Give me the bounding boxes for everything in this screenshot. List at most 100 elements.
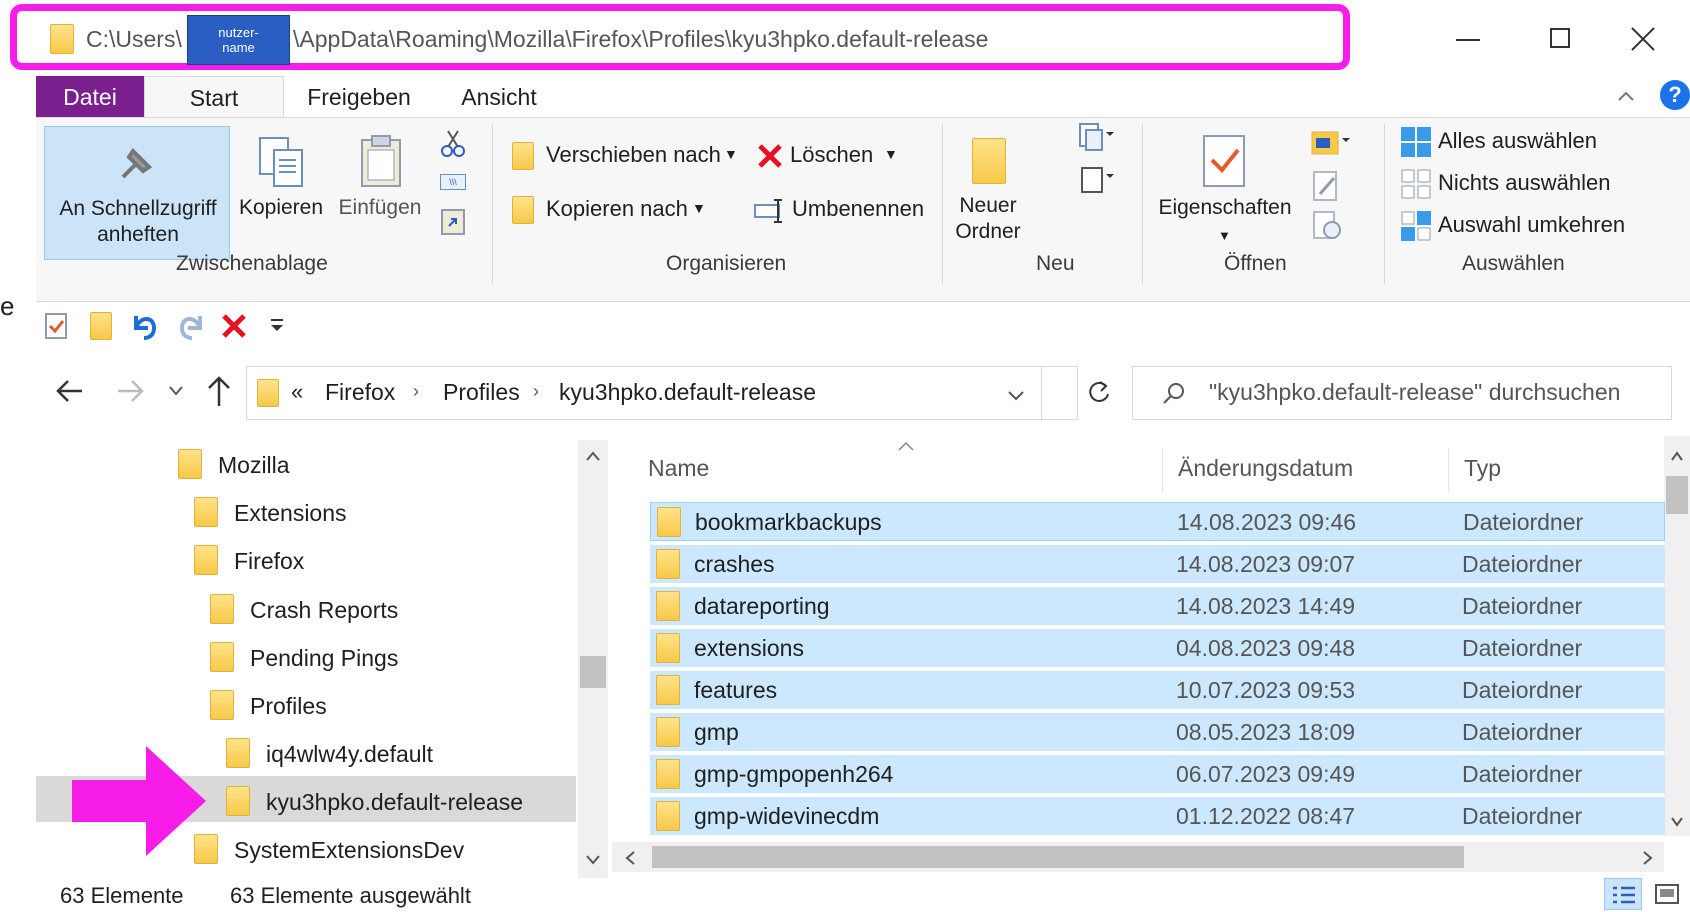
column-header-type[interactable]: Typ	[1450, 446, 1650, 490]
refresh-icon[interactable]	[1086, 378, 1112, 406]
table-row[interactable]: features 10.07.2023 09:53 Dateiordner	[650, 670, 1665, 709]
customize-toolbar-icon[interactable]	[268, 316, 286, 336]
new-folder-button[interactable]: Neuer Ordner	[948, 126, 1028, 260]
table-row[interactable]: bookmarkbackups 14.08.2023 09:46 Dateior…	[650, 502, 1665, 541]
search-icon	[1163, 383, 1184, 404]
properties-button[interactable]: Eigenschaften ▼	[1150, 126, 1300, 260]
breadcrumb-profiles[interactable]: Profiles	[443, 379, 520, 406]
close-icon	[1631, 27, 1655, 51]
select-all-button[interactable]: Alles auswählen	[1396, 122, 1656, 160]
pin-quick-access-button[interactable]: An Schnellzugriff anheften	[44, 126, 230, 260]
rename-button[interactable]: Umbenennen	[752, 190, 932, 230]
open-icon[interactable]	[1310, 128, 1354, 158]
horizontal-scrollbar[interactable]	[612, 842, 1664, 872]
table-row[interactable]: crashes 14.08.2023 09:07 Dateiordner	[650, 544, 1665, 583]
back-icon[interactable]	[54, 376, 86, 406]
pin-label-1: An Schnellzugriff	[59, 197, 217, 220]
tree-item-systemextensionsdev[interactable]: SystemExtensionsDev	[190, 831, 550, 871]
row-type: Dateiordner	[1462, 803, 1583, 829]
select-none-button[interactable]: Nichts auswählen	[1396, 164, 1656, 202]
maximize-button[interactable]	[1528, 20, 1588, 60]
delete-icon	[758, 144, 782, 168]
breadcrumb-separator-icon: ›	[533, 381, 539, 401]
table-row[interactable]: datareporting 14.08.2023 14:49 Dateiordn…	[650, 586, 1665, 625]
copy-path-icon[interactable]: \\\	[440, 174, 466, 190]
tab-ansicht[interactable]: Ansicht	[434, 76, 564, 118]
paste-icon	[361, 135, 401, 187]
paste-button[interactable]: Einfügen	[330, 126, 430, 260]
minimize-button[interactable]	[1440, 20, 1500, 60]
delete-button[interactable]: Löschen ▼	[752, 136, 912, 176]
address-bar[interactable]: « Firefox › Profiles › kyu3hpko.default-…	[246, 366, 1078, 420]
copy-to-dropdown-icon: ▼	[692, 200, 706, 216]
help-icon[interactable]: ?	[1660, 80, 1690, 110]
column-divider[interactable]	[1162, 448, 1163, 492]
up-icon[interactable]	[204, 374, 234, 408]
new-folder-quick-icon[interactable]	[90, 312, 112, 340]
history-icon[interactable]	[1312, 210, 1342, 242]
copy-button[interactable]: Kopieren	[232, 126, 330, 260]
properties-quick-icon[interactable]	[44, 312, 70, 340]
column-divider[interactable]	[1448, 448, 1449, 492]
tab-datei[interactable]: Datei	[36, 76, 144, 118]
search-box[interactable]: "kyu3hpko.default-release" durchsuchen	[1132, 366, 1672, 420]
column-header-name[interactable]: Name	[632, 446, 1172, 490]
edit-icon[interactable]	[1312, 170, 1342, 202]
table-row[interactable]: extensions 04.08.2023 09:48 Dateiordner	[650, 628, 1665, 667]
recent-locations-icon[interactable]	[168, 384, 184, 398]
tab-freigeben[interactable]: Freigeben	[284, 76, 434, 118]
details-view-button[interactable]	[1604, 878, 1642, 910]
breadcrumb-firefox[interactable]: Firefox	[325, 379, 395, 406]
forward-icon[interactable]	[114, 376, 146, 406]
table-row[interactable]: gmp 08.05.2023 18:09 Dateiordner	[650, 712, 1665, 751]
address-divider	[1041, 367, 1042, 419]
tree-item-firefox[interactable]: Firefox	[190, 542, 550, 582]
table-row[interactable]: gmp-widevinecdm 01.12.2022 08:47 Dateior…	[650, 796, 1665, 835]
tree-item-kyu3hpko[interactable]: kyu3hpko.default-release	[222, 783, 562, 823]
column-header-date[interactable]: Änderungsdatum	[1164, 446, 1444, 490]
title-path-prefix: C:\Users\	[86, 26, 182, 52]
scroll-up-icon[interactable]	[585, 450, 601, 462]
tab-start[interactable]: Start	[144, 76, 284, 120]
tree-item-crash-reports[interactable]: Crash Reports	[206, 591, 566, 631]
scroll-left-icon[interactable]	[624, 850, 636, 866]
easy-access-icon[interactable]	[1076, 162, 1116, 196]
undo-icon[interactable]	[128, 310, 160, 342]
large-icons-view-button[interactable]	[1648, 878, 1686, 910]
tree-scrollbar-thumb[interactable]	[580, 656, 606, 688]
address-dropdown-icon[interactable]	[1007, 389, 1025, 403]
row-name: gmp-widevinecdm	[694, 803, 880, 829]
paste-shortcut-icon[interactable]	[440, 206, 466, 236]
address-overflow[interactable]: «	[291, 379, 303, 405]
copy-to-button[interactable]: Kopieren nach ▼	[506, 190, 726, 230]
scroll-right-icon[interactable]	[1642, 850, 1654, 866]
move-to-button[interactable]: Verschieben nach ▼	[506, 136, 746, 176]
redo-icon[interactable]	[176, 310, 208, 342]
tree-item-pending-pings[interactable]: Pending Pings	[206, 639, 566, 679]
delete-quick-icon[interactable]	[220, 312, 248, 340]
file-list-scrollbar-thumb[interactable]	[1666, 476, 1688, 514]
tree-item-iq4wlw4y[interactable]: iq4wlw4y.default	[222, 735, 562, 775]
pin-icon	[121, 147, 153, 179]
tree-item-mozilla[interactable]: Mozilla	[174, 446, 534, 486]
tree-item-extensions[interactable]: Extensions	[190, 494, 550, 534]
row-type: Dateiordner	[1462, 761, 1583, 787]
close-button[interactable]	[1618, 20, 1678, 60]
scroll-down-icon[interactable]	[585, 854, 601, 866]
tree-item-profiles[interactable]: Profiles	[206, 687, 566, 727]
delete-label: Löschen	[790, 142, 874, 167]
scroll-down-icon[interactable]	[1670, 816, 1684, 828]
new-item-icon[interactable]	[1076, 122, 1116, 152]
table-row[interactable]: gmp-gmpopenh264 06.07.2023 09:49 Dateior…	[650, 754, 1665, 793]
ribbon-collapse-icon[interactable]	[1616, 88, 1636, 104]
ribbon-separator	[1142, 124, 1143, 284]
horizontal-scrollbar-thumb[interactable]	[652, 846, 1464, 868]
cut-icon[interactable]	[438, 128, 468, 158]
invert-selection-button[interactable]: Auswahl umkehren	[1396, 206, 1656, 244]
tree-scrollbar[interactable]	[578, 440, 608, 878]
scroll-up-icon[interactable]	[1670, 450, 1684, 462]
tree-item-label: Profiles	[250, 693, 327, 719]
title-folder-icon	[50, 24, 74, 54]
breadcrumb-current[interactable]: kyu3hpko.default-release	[559, 379, 816, 406]
file-list-scrollbar[interactable]	[1664, 436, 1690, 836]
